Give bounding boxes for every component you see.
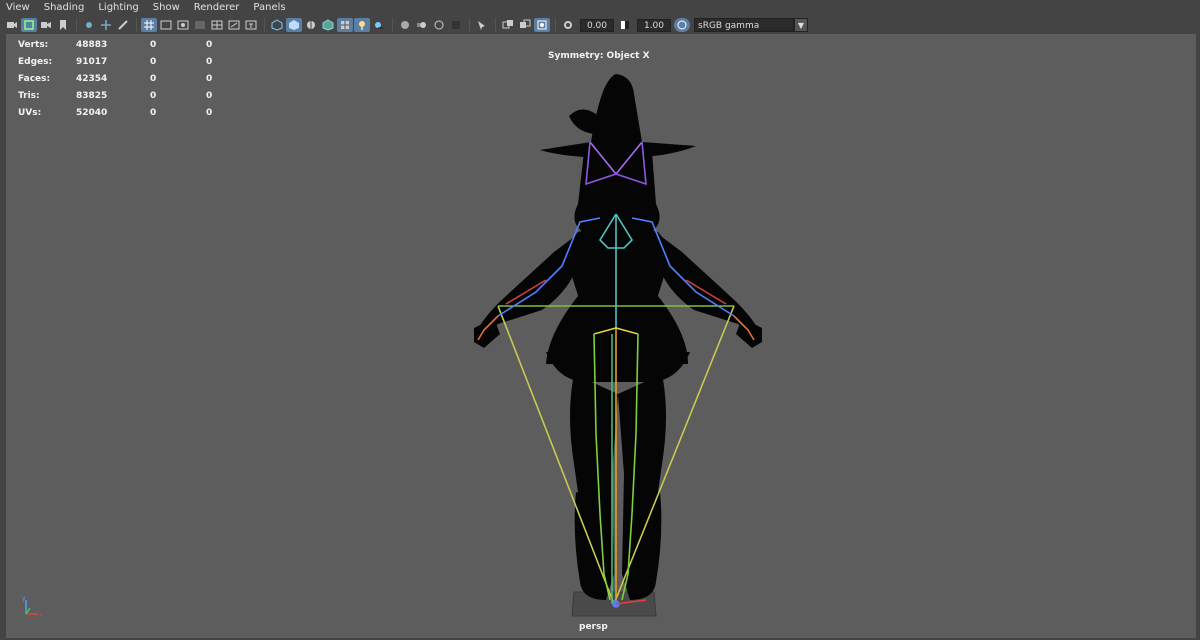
image-plane-icon[interactable] [81, 18, 97, 32]
bookmark-icon[interactable] [55, 18, 71, 32]
character-silhouette [474, 74, 762, 600]
textured-icon[interactable] [337, 18, 353, 32]
svg-text:x: x [39, 612, 43, 619]
multisample-aa-icon[interactable] [431, 18, 447, 32]
select-camera-icon[interactable] [4, 18, 20, 32]
panel-toolbar: 0.00 1.00 sRGB gamma ▼ [0, 16, 1200, 34]
bookmarks-icon[interactable] [38, 18, 54, 32]
hud-label: UVs: [18, 107, 42, 118]
toolbar-separator [264, 18, 265, 32]
hud-label: Verts: [18, 39, 49, 50]
gamma-icon[interactable] [617, 18, 633, 32]
depth-of-field-icon[interactable] [448, 18, 464, 32]
view-axis-icon: x y [22, 595, 43, 619]
hud-label: Tris: [18, 90, 40, 101]
toolbar-separator [136, 18, 137, 32]
viewport-3d[interactable]: Verts: 48883 0 0 Edges: 91017 0 0 Faces:… [6, 34, 1196, 638]
isolate-select-icon[interactable] [474, 18, 490, 32]
hud-selected: 0 [150, 39, 157, 50]
exposure-field[interactable]: 0.00 [580, 18, 614, 32]
menu-panels[interactable]: Panels [253, 0, 285, 16]
scene-canvas [474, 74, 762, 617]
camera-name-label: persp [579, 622, 608, 632]
view-transform-value: sRGB gamma [694, 18, 794, 32]
toolbar-separator [469, 18, 470, 32]
use-default-material-icon[interactable] [303, 18, 319, 32]
hud-total: 83825 [76, 90, 108, 101]
symmetry-label: Symmetry: Object X [548, 51, 650, 61]
hud-selected-2: 0 [206, 39, 213, 50]
field-chart-icon[interactable] [209, 18, 225, 32]
hud-row-verts: Verts: 48883 0 0 [18, 36, 246, 53]
grid-icon[interactable] [141, 18, 157, 32]
shadows-icon[interactable] [371, 18, 387, 32]
color-management-icon[interactable] [674, 18, 690, 32]
xray-joints-icon[interactable] [534, 18, 550, 32]
hud-selected-2: 0 [206, 90, 213, 101]
exposure-icon[interactable] [560, 18, 576, 32]
wireframe-icon[interactable] [269, 18, 285, 32]
hud-row-uvs: UVs: 52040 0 0 [18, 104, 246, 121]
motion-blur-icon[interactable] [414, 18, 430, 32]
menu-show[interactable]: Show [153, 0, 180, 16]
toolbar-separator [392, 18, 393, 32]
hud-selected-2: 0 [206, 56, 213, 67]
use-all-lights-icon[interactable] [354, 18, 370, 32]
grease-pencil-icon[interactable] [115, 18, 131, 32]
panel-menu-bar: View Shading Lighting Show Renderer Pane… [0, 0, 1200, 16]
hud-row-faces: Faces: 42354 0 0 [18, 70, 246, 87]
toolbar-separator [555, 18, 556, 32]
svg-text:y: y [22, 595, 26, 602]
menu-lighting[interactable]: Lighting [98, 0, 138, 16]
xray-active-components-icon[interactable] [517, 18, 533, 32]
hud-label: Faces: [18, 73, 51, 84]
resolution-gate-icon[interactable] [175, 18, 191, 32]
hud-label: Edges: [18, 56, 53, 67]
menu-view[interactable]: View [6, 0, 30, 16]
film-gate-icon[interactable] [158, 18, 174, 32]
view-transform-dropdown[interactable]: sRGB gamma ▼ [694, 18, 808, 32]
menu-renderer[interactable]: Renderer [194, 0, 240, 16]
toolbar-separator [495, 18, 496, 32]
safe-title-icon[interactable] [243, 18, 259, 32]
hud-selected-2: 0 [206, 107, 213, 118]
chevron-down-icon[interactable]: ▼ [794, 18, 808, 32]
two-d-pan-zoom-icon[interactable] [98, 18, 114, 32]
hud-total: 91017 [76, 56, 108, 67]
gate-mask-icon[interactable] [192, 18, 208, 32]
hud-total: 52040 [76, 107, 108, 118]
hud-selected: 0 [150, 73, 157, 84]
menu-shading[interactable]: Shading [44, 0, 85, 16]
toolbar-separator [76, 18, 77, 32]
hud-selected-2: 0 [206, 73, 213, 84]
safe-action-icon[interactable] [226, 18, 242, 32]
hud-row-tris: Tris: 83825 0 0 [18, 87, 246, 104]
hud-selected: 0 [150, 90, 157, 101]
hud-total: 42354 [76, 73, 108, 84]
hud-selected: 0 [150, 56, 157, 67]
wireframe-on-shaded-icon[interactable] [320, 18, 336, 32]
hud-row-edges: Edges: 91017 0 0 [18, 53, 246, 70]
poly-count-hud: Verts: 48883 0 0 Edges: 91017 0 0 Faces:… [18, 36, 246, 121]
hud-total: 48883 [76, 39, 108, 50]
xray-icon[interactable] [500, 18, 516, 32]
hud-selected: 0 [150, 107, 157, 118]
screen-space-ao-icon[interactable] [397, 18, 413, 32]
gamma-field[interactable]: 1.00 [637, 18, 671, 32]
smooth-shade-icon[interactable] [286, 18, 302, 32]
camera-attributes-icon[interactable] [21, 18, 37, 32]
